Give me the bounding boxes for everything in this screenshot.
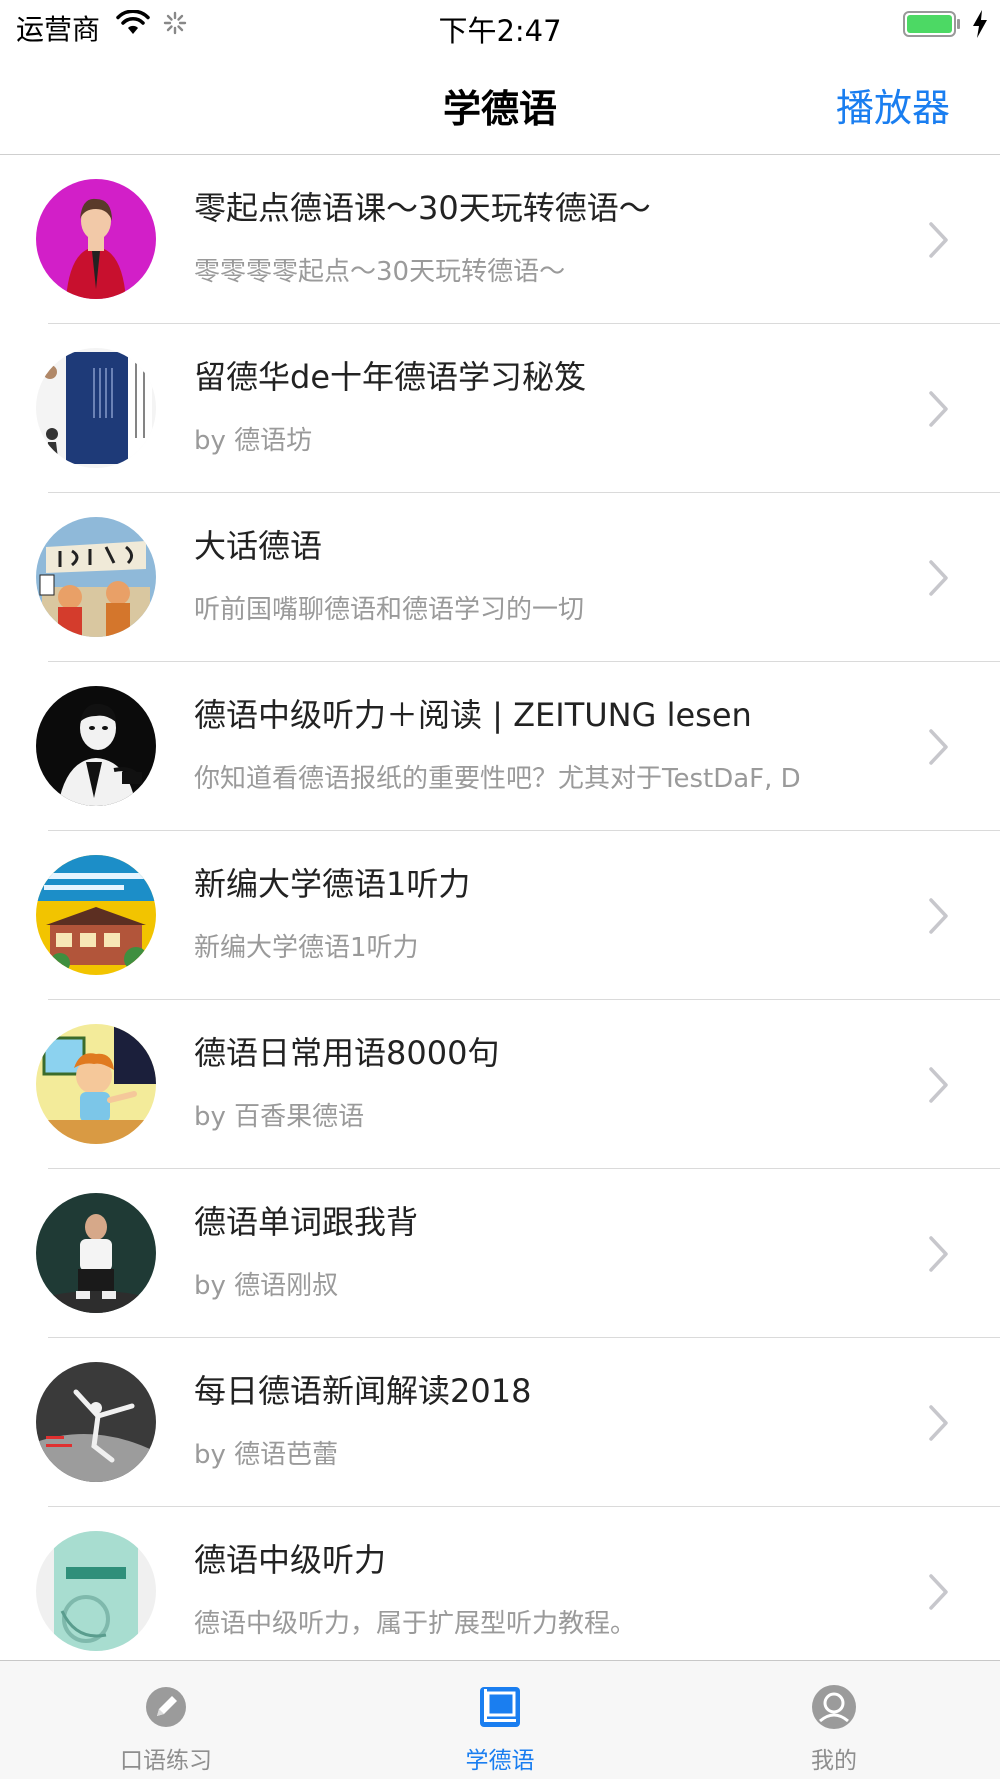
list-item-title: 新编大学德语1听力 bbox=[194, 865, 471, 903]
status-bar: 运营商 下午2:47 bbox=[0, 0, 1000, 50]
charging-bolt-icon bbox=[973, 10, 987, 38]
green-book-thumbnail bbox=[36, 1531, 156, 1651]
list-item-title: 每日德语新闻解读2018 bbox=[194, 1372, 532, 1410]
man-photo-thumbnail bbox=[36, 1193, 156, 1313]
cartoon-boy-thumbnail bbox=[36, 1024, 156, 1144]
player-button[interactable]: 播放器 bbox=[836, 77, 950, 132]
bw-portrait-thumbnail bbox=[36, 686, 156, 806]
list-item-title: 大话德语 bbox=[194, 527, 323, 565]
cartoon-podcast-thumbnail bbox=[36, 517, 156, 637]
list-item-subtitle: 零零零零起点～30天玩转德语～ bbox=[194, 257, 566, 287]
tab-speaking-practice[interactable]: 口语练习 bbox=[66, 1661, 266, 1779]
chevron-right-icon bbox=[929, 729, 948, 765]
list-item-title: 零起点德语课～30天玩转德语～ bbox=[194, 189, 651, 227]
list-item-subtitle: 新编大学德语1听力 bbox=[194, 933, 419, 963]
tab-learn-german[interactable]: 学德语 bbox=[400, 1661, 600, 1779]
tab-bar: 口语练习 学德语 我的 bbox=[0, 1660, 1000, 1779]
tab-label: 我的 bbox=[811, 1748, 857, 1774]
list-item-title: 留德华de十年德语学习秘笈 bbox=[194, 358, 587, 396]
tab-label: 口语练习 bbox=[120, 1748, 212, 1774]
list-item[interactable]: 德语中级听力＋阅读 | ZEITUNG lesen 你知道看德语报纸的重要性吧？… bbox=[0, 662, 1000, 831]
list-item-subtitle: by 德语坊 bbox=[194, 426, 313, 456]
list-item[interactable]: 每日德语新闻解读2018 by 德语芭蕾 bbox=[0, 1338, 1000, 1507]
list-item-subtitle: by 百香果德语 bbox=[194, 1102, 365, 1132]
tab-mine[interactable]: 我的 bbox=[734, 1661, 934, 1779]
list-item-title: 德语单词跟我背 bbox=[194, 1203, 419, 1241]
chevron-right-icon bbox=[929, 898, 948, 934]
profile-icon bbox=[812, 1685, 856, 1729]
battery-icon bbox=[903, 11, 960, 37]
chevron-right-icon bbox=[929, 1067, 948, 1103]
list-item-subtitle: 你知道看德语报纸的重要性吧？尤其对于TestDaF, D bbox=[194, 764, 801, 794]
chevron-right-icon bbox=[929, 1574, 948, 1610]
chevron-right-icon bbox=[929, 1405, 948, 1441]
list-item[interactable]: 新编大学德语1听力 新编大学德语1听力 bbox=[0, 831, 1000, 1000]
clock: 下午2:47 bbox=[438, 14, 562, 48]
chevron-right-icon bbox=[929, 391, 948, 427]
book-cover-thumbnail bbox=[36, 348, 156, 468]
list-item-title: 德语中级听力＋阅读 | ZEITUNG lesen bbox=[194, 696, 752, 734]
course-list: 零起点德语课～30天玩转德语～ 零零零零起点～30天玩转德语～ 留德华de十年德… bbox=[0, 155, 1000, 1676]
list-item[interactable]: 德语单词跟我背 by 德语刚叔 bbox=[0, 1169, 1000, 1338]
chevron-right-icon bbox=[929, 1236, 948, 1272]
list-item-subtitle: 德语中级听力，属于扩展型听力教程。 bbox=[194, 1609, 637, 1639]
book-icon bbox=[480, 1687, 520, 1727]
tab-label: 学德语 bbox=[465, 1748, 535, 1774]
chevron-right-icon bbox=[929, 560, 948, 596]
list-item[interactable]: 留德华de十年德语学习秘笈 by 德语坊 bbox=[0, 324, 1000, 493]
woman-red-jacket-thumbnail bbox=[36, 179, 156, 299]
chevron-right-icon bbox=[929, 222, 948, 258]
ballet-dancer-thumbnail bbox=[36, 1362, 156, 1482]
pencil-icon bbox=[146, 1687, 186, 1727]
list-item-subtitle: by 德语芭蕾 bbox=[194, 1440, 339, 1470]
textbook-cover-thumbnail bbox=[36, 855, 156, 975]
list-item-title: 德语日常用语8000句 bbox=[194, 1034, 500, 1072]
navigation-bar: 学德语 播放器 bbox=[0, 50, 1000, 155]
list-item[interactable]: 德语日常用语8000句 by 百香果德语 bbox=[0, 1000, 1000, 1169]
list-item[interactable]: 零起点德语课～30天玩转德语～ 零零零零起点～30天玩转德语～ bbox=[0, 155, 1000, 324]
list-item[interactable]: 德语中级听力 德语中级听力，属于扩展型听力教程。 bbox=[0, 1507, 1000, 1676]
list-item-subtitle: 听前国嘴聊德语和德语学习的一切 bbox=[194, 595, 585, 625]
list-item-subtitle: by 德语刚叔 bbox=[194, 1271, 339, 1301]
list-item[interactable]: 大话德语 听前国嘴聊德语和德语学习的一切 bbox=[0, 493, 1000, 662]
list-item-title: 德语中级听力 bbox=[194, 1541, 387, 1579]
